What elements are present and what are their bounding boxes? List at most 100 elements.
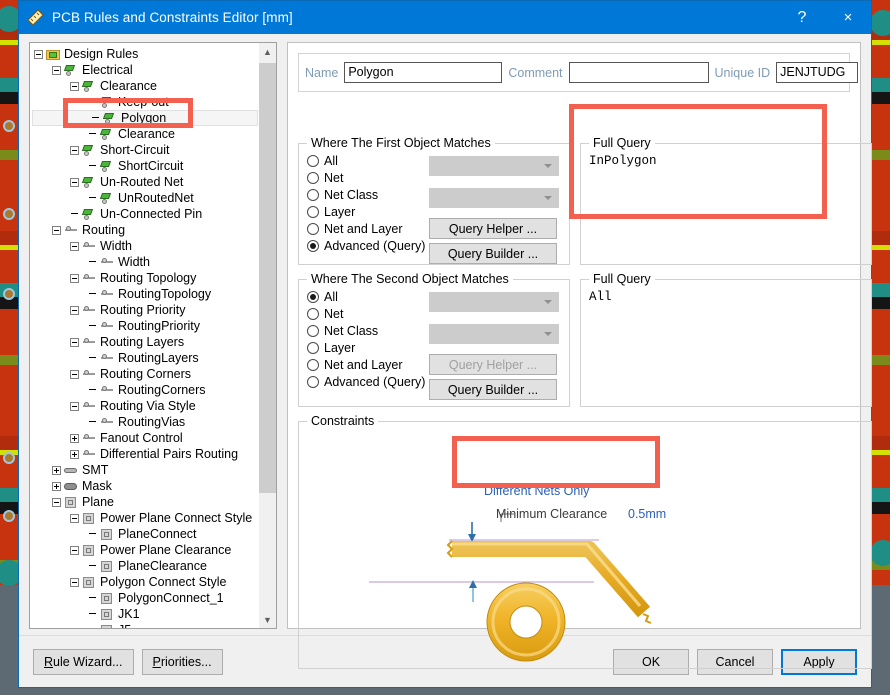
tree-item-short-circuit[interactable]: Short-Circuit [30, 142, 258, 158]
second-object-net-combo[interactable] [429, 292, 559, 312]
second-query-builder-button[interactable]: Query Builder ... [429, 379, 557, 400]
tree-item-routing-corners[interactable]: Routing Corners [30, 366, 258, 382]
expand-icon[interactable] [70, 434, 79, 443]
tree-item-smt[interactable]: SMT [30, 462, 258, 478]
tree-item-polygon-connect-style[interactable]: Polygon Connect Style [30, 574, 258, 590]
radio-unselected-icon[interactable] [307, 155, 319, 167]
first-object-radio-all[interactable]: All [307, 152, 425, 169]
radio-unselected-icon[interactable] [307, 223, 319, 235]
second-object-radio-all[interactable]: All [307, 288, 425, 305]
close-button[interactable]: × [825, 1, 871, 34]
collapse-icon[interactable] [70, 242, 79, 251]
tree-item-power-plane-clearance[interactable]: Power Plane Clearance [30, 542, 258, 558]
tree-item-power-plane-connect-style[interactable]: Power Plane Connect Style [30, 510, 258, 526]
first-object-radio-net-class[interactable]: Net Class [307, 186, 425, 203]
second-object-radio-layer[interactable]: Layer [307, 339, 425, 356]
tree-item-differential-pairs-routing[interactable]: Differential Pairs Routing [30, 446, 258, 462]
tree-item-clearance[interactable]: Clearance [30, 126, 258, 142]
radio-selected-icon[interactable] [307, 291, 319, 303]
second-object-netclass-combo[interactable] [429, 324, 559, 344]
tree-item-routingtopology[interactable]: RoutingTopology [30, 286, 258, 302]
collapse-icon[interactable] [70, 578, 79, 587]
radio-unselected-icon[interactable] [307, 376, 319, 388]
tree-item-unroutednet[interactable]: UnRoutedNet [30, 190, 258, 206]
tree-item-planeconnect[interactable]: PlaneConnect [30, 526, 258, 542]
tree-item-routingcorners[interactable]: RoutingCorners [30, 382, 258, 398]
first-object-net-combo[interactable] [429, 156, 559, 176]
tree-item-planeclearance[interactable]: PlaneClearance [30, 558, 258, 574]
second-object-radio-net-and-layer[interactable]: Net and Layer [307, 356, 425, 373]
collapse-icon[interactable] [70, 514, 79, 523]
radio-unselected-icon[interactable] [307, 206, 319, 218]
tree-item-shortcircuit[interactable]: ShortCircuit [30, 158, 258, 174]
first-object-radio-net-and-layer[interactable]: Net and Layer [307, 220, 425, 237]
first-object-radio-net[interactable]: Net [307, 169, 425, 186]
tree-item-electrical[interactable]: Electrical [30, 62, 258, 78]
tree-item-jk1[interactable]: JK1 [30, 606, 258, 622]
collapse-icon[interactable] [70, 306, 79, 315]
tree-item-j5[interactable]: J5 [30, 622, 258, 628]
name-input[interactable] [344, 62, 502, 83]
minimum-clearance-value[interactable]: 0.5mm [628, 507, 666, 521]
tree-item-routingvias[interactable]: RoutingVias [30, 414, 258, 430]
tree-item-fanout-control[interactable]: Fanout Control [30, 430, 258, 446]
collapse-icon[interactable] [70, 178, 79, 187]
scroll-down-arrow-icon[interactable]: ▼ [259, 611, 276, 628]
tree-item-routinglayers[interactable]: RoutingLayers [30, 350, 258, 366]
first-object-netclass-combo[interactable] [429, 188, 559, 208]
unique-id-input[interactable] [776, 62, 858, 83]
radio-selected-icon[interactable] [307, 240, 319, 252]
tree-item-routing-topology[interactable]: Routing Topology [30, 270, 258, 286]
collapse-icon[interactable] [70, 370, 79, 379]
collapse-icon[interactable] [52, 226, 61, 235]
second-object-radio-net-class[interactable]: Net Class [307, 322, 425, 339]
collapse-icon[interactable] [70, 338, 79, 347]
tree-item-routing-via-style[interactable]: Routing Via Style [30, 398, 258, 414]
first-full-query-text[interactable]: InPolygon [589, 154, 865, 168]
radio-unselected-icon[interactable] [307, 308, 319, 320]
tree-item-un-routed-net[interactable]: Un-Routed Net [30, 174, 258, 190]
radio-unselected-icon[interactable] [307, 325, 319, 337]
tree-item-polygon[interactable]: Polygon [32, 110, 258, 126]
collapse-icon[interactable] [70, 402, 79, 411]
radio-unselected-icon[interactable] [307, 189, 319, 201]
collapse-icon[interactable] [52, 66, 61, 75]
first-query-builder-button[interactable]: Query Builder ... [429, 243, 557, 264]
tree-item-un-connected-pin[interactable]: Un-Connected Pin [30, 206, 258, 222]
second-full-query-text[interactable]: All [589, 290, 865, 304]
collapse-icon[interactable] [70, 82, 79, 91]
tree-item-routingpriority[interactable]: RoutingPriority [30, 318, 258, 334]
expand-icon[interactable] [52, 466, 61, 475]
radio-unselected-icon[interactable] [307, 359, 319, 371]
comment-input[interactable] [569, 62, 709, 83]
tree-item-routing[interactable]: Routing [30, 222, 258, 238]
tree-item-width[interactable]: Width [30, 254, 258, 270]
tree-item-plane[interactable]: Plane [30, 494, 258, 510]
tree-vertical-scrollbar[interactable]: ▲ ▼ [258, 43, 276, 628]
tree-scroll-area[interactable]: Design RulesElectricalClearanceKeep-outP… [30, 43, 258, 628]
expand-icon[interactable] [52, 482, 61, 491]
collapse-icon[interactable] [52, 498, 61, 507]
first-query-helper-button[interactable]: Query Helper ... [429, 218, 557, 239]
tree-item-routing-layers[interactable]: Routing Layers [30, 334, 258, 350]
tree-item-width[interactable]: Width [30, 238, 258, 254]
tree-item-mask[interactable]: Mask [30, 478, 258, 494]
radio-unselected-icon[interactable] [307, 172, 319, 184]
rule-wizard-button[interactable]: Rule Wizard... [33, 649, 134, 675]
help-button[interactable]: ? [779, 1, 825, 34]
tree-item-clearance[interactable]: Clearance [30, 78, 258, 94]
second-object-radio-net[interactable]: Net [307, 305, 425, 322]
second-object-radio-advanced-query[interactable]: Advanced (Query) [307, 373, 425, 390]
scroll-up-arrow-icon[interactable]: ▲ [259, 43, 276, 60]
radio-unselected-icon[interactable] [307, 342, 319, 354]
first-object-radio-advanced-query[interactable]: Advanced (Query) [307, 237, 425, 254]
expand-icon[interactable] [70, 450, 79, 459]
collapse-icon[interactable] [70, 546, 79, 555]
tree-item-design-rules[interactable]: Design Rules [30, 46, 258, 62]
priorities-button[interactable]: Priorities... [142, 649, 223, 675]
collapse-icon[interactable] [70, 146, 79, 155]
collapse-icon[interactable] [34, 50, 43, 59]
collapse-icon[interactable] [70, 274, 79, 283]
first-object-radio-layer[interactable]: Layer [307, 203, 425, 220]
tree-item-polygonconnect-1[interactable]: PolygonConnect_1 [30, 590, 258, 606]
